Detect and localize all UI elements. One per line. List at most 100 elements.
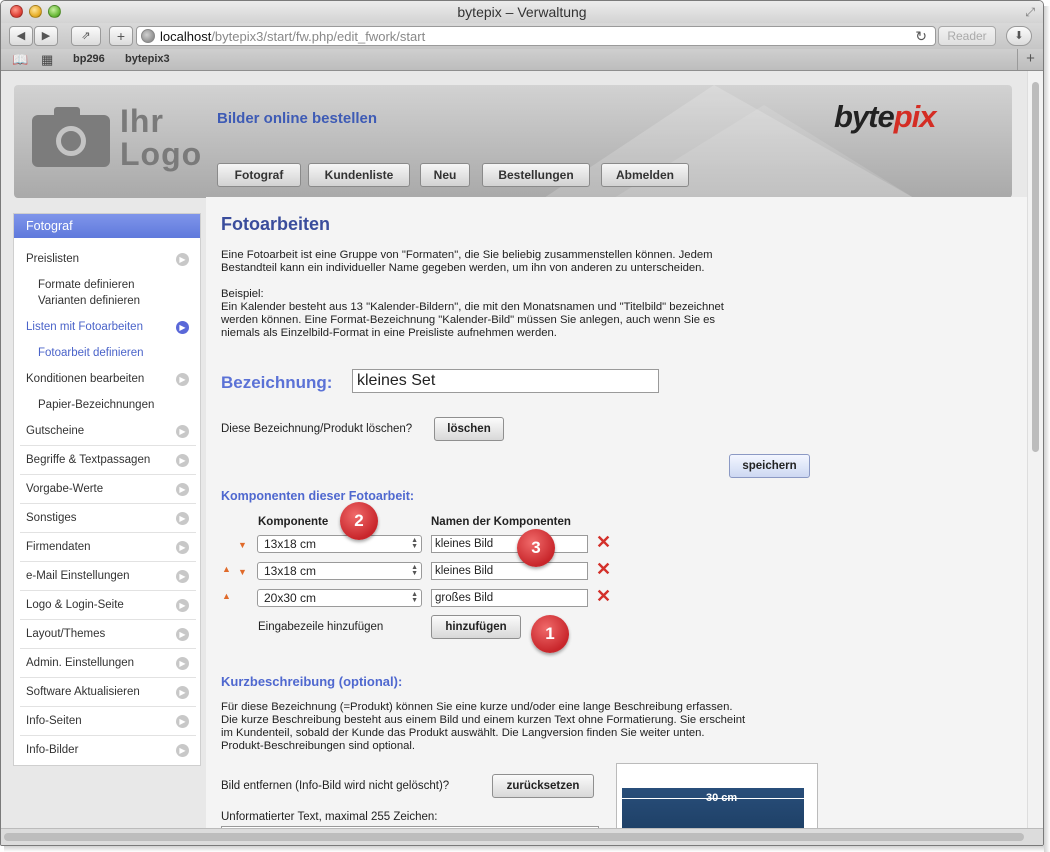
nav-kundenliste[interactable]: Kundenliste [308, 163, 410, 187]
sidebar-item-sonstiges[interactable]: Sonstiges [26, 512, 77, 524]
window-shadow [1044, 6, 1050, 852]
site-tagline: Bilder online bestellen [217, 110, 378, 127]
reader-button[interactable]: Reader [938, 26, 996, 46]
sidebar-divider [20, 561, 196, 562]
share-button[interactable]: ⇗ [71, 26, 101, 46]
short-desc-text: Für diese Bezeichnung (=Produkt) können … [221, 701, 745, 753]
name-input[interactable]: kleines Set [352, 369, 659, 393]
delete-row-icon[interactable]: ✕ [596, 587, 611, 605]
sidebar-item-layout[interactable]: Layout/Themes [26, 628, 105, 640]
move-down-icon[interactable]: ▼ [238, 540, 247, 550]
sidebar-item-info-seiten[interactable]: Info-Seiten [26, 715, 82, 727]
sidebar-item-software[interactable]: Software Aktualisieren [26, 686, 140, 698]
sidebar-item-formate[interactable]: Formate definieren [38, 279, 135, 291]
short-desc-line: Für diese Bezeichnung (=Produkt) können … [221, 701, 733, 713]
sidebar-item-papier[interactable]: Papier-Bezeichnungen [38, 399, 154, 411]
address-bar[interactable]: localhost/bytepix3/start/fw.php/edit_fwo… [136, 26, 936, 46]
bookmark-bytepix3[interactable]: bytepix3 [125, 53, 170, 65]
add-row-button[interactable]: hinzufügen [431, 615, 521, 639]
globe-icon [141, 29, 155, 43]
sidebar-divider [20, 648, 196, 649]
example-line: niemals als Einzelbild-Format in eine Pr… [221, 327, 557, 339]
new-tab-button[interactable]: + [1017, 49, 1043, 70]
annotation-badge-1: 1 [531, 615, 569, 653]
sidebar-item-fotoarbeit-definieren[interactable]: Fotoarbeit definieren [38, 347, 143, 359]
delete-button[interactable]: löschen [434, 417, 504, 441]
select-arrows-icon: ▲ ▼ [411, 537, 418, 550]
brand-accent: pix [893, 99, 937, 134]
logo-line-2: Logo [120, 136, 203, 172]
example-text: Beispiel: Ein Kalender besteht aus 13 "K… [221, 288, 724, 340]
component-select[interactable]: 13x18 cm ▲ ▼ [257, 562, 422, 580]
sidebar-item-info-bilder[interactable]: Info-Bilder [26, 744, 78, 756]
delete-row-icon[interactable]: ✕ [596, 560, 611, 578]
horizontal-scrollbar[interactable] [1, 828, 1043, 845]
component-name-input[interactable]: kleines Bild [431, 535, 588, 553]
sidebar-item-admin[interactable]: Admin. Einstellungen [26, 657, 134, 669]
window-shadow [4, 846, 1044, 852]
vertical-scrollbar[interactable] [1027, 71, 1043, 828]
add-row-label: Eingabezeile hinzufügen [258, 621, 384, 633]
save-button[interactable]: speichern [729, 454, 810, 478]
nav-abmelden[interactable]: Abmelden [601, 163, 689, 187]
sidebar-item-email[interactable]: e-Mail Einstellungen [26, 570, 130, 582]
browser-toolbar: ◀ ▶ ⇗ + localhost/bytepix3/start/fw.php/… [1, 23, 1043, 49]
text-label: Unformatierter Text, maximal 255 Zeichen… [221, 811, 438, 823]
sidebar-item-konditionen[interactable]: Konditionen bearbeiten [26, 373, 144, 385]
dimension-label: 30 cm [706, 792, 738, 804]
intro-text: Eine Fotoarbeit ist eine Gruppe von "For… [221, 249, 713, 275]
chevron-right-icon: ▶ [176, 715, 189, 728]
short-desc-line: Die kurze Beschreibung besteht aus einem… [221, 714, 746, 726]
sidebar-item-vorgabe[interactable]: Vorgabe-Werte [26, 483, 103, 495]
sidebar-item-gutscheine[interactable]: Gutscheine [26, 425, 84, 437]
component-select[interactable]: 20x30 cm ▲ ▼ [257, 589, 422, 607]
sidebar-item-logo[interactable]: Logo & Login-Seite [26, 599, 124, 611]
move-down-icon[interactable]: ▼ [238, 567, 247, 577]
add-bookmark-button[interactable]: + [109, 26, 133, 46]
forward-button[interactable]: ▶ [34, 26, 58, 46]
browser-window: bytepix – Verwaltung ⤢ ◀ ▶ ⇗ + localhost… [0, 0, 1044, 846]
back-button[interactable]: ◀ [9, 26, 33, 46]
fullscreen-icon[interactable]: ⤢ [1025, 5, 1035, 20]
top-sites-icon[interactable]: ▦ [41, 52, 53, 68]
delete-row-icon[interactable]: ✕ [596, 533, 611, 551]
short-desc-line: im Kundenteil, sobald der Kunde das Prod… [221, 727, 705, 739]
reset-button[interactable]: zurücksetzen [492, 774, 594, 798]
short-desc-title: Kurzbeschreibung (optional): [221, 674, 403, 689]
component-name-input[interactable]: großes Bild [431, 589, 588, 607]
site-header: Ihr Logo Bilder online bestellen bytepix… [14, 85, 1012, 198]
downloads-button[interactable]: ⬇ [1006, 26, 1032, 46]
reload-icon[interactable]: ↻ [915, 28, 927, 45]
move-up-icon[interactable]: ▲ [222, 591, 231, 601]
chevron-right-icon: ▶ [176, 628, 189, 641]
download-icon: ⬇ [1014, 30, 1024, 42]
move-up-icon[interactable]: ▲ [222, 564, 231, 574]
reading-list-icon[interactable]: 📖 [12, 52, 28, 68]
sidebar-divider [20, 532, 196, 533]
title-bar: bytepix – Verwaltung ⤢ [1, 1, 1043, 23]
sidebar-item-preislisten[interactable]: Preislisten [26, 253, 79, 265]
sidebar-divider [20, 735, 196, 736]
vertical-scroll-thumb[interactable] [1032, 82, 1039, 452]
sidebar-item-begriffe[interactable]: Begriffe & Textpassagen [26, 454, 150, 466]
logo-placeholder: Ihr Logo [120, 105, 202, 171]
url-text: localhost/bytepix3/start/fw.php/edit_fwo… [160, 29, 425, 44]
sidebar: Fotograf Preislisten ▶ Formate definiere… [13, 213, 201, 766]
sidebar-divider [20, 474, 196, 475]
column-header-names: Namen der Komponenten [431, 516, 571, 528]
chevron-right-icon: ▶ [176, 657, 189, 670]
nav-bestellungen[interactable]: Bestellungen [482, 163, 590, 187]
nav-neu[interactable]: Neu [420, 163, 470, 187]
horizontal-scroll-thumb[interactable] [4, 833, 1024, 841]
sidebar-item-listen-fotoarbeiten[interactable]: Listen mit Fotoarbeiten [26, 321, 143, 333]
chevron-right-icon: ▶ [176, 570, 189, 583]
sidebar-item-varianten[interactable]: Varianten definieren [38, 295, 140, 307]
sidebar-divider [20, 677, 196, 678]
nav-fotograf[interactable]: Fotograf [217, 163, 301, 187]
chevron-right-icon: ▶ [176, 744, 189, 757]
window-title: bytepix – Verwaltung [457, 4, 587, 20]
sidebar-item-firmendaten[interactable]: Firmendaten [26, 541, 91, 553]
component-name-input[interactable]: kleines Bild [431, 562, 588, 580]
bookmark-bp296[interactable]: bp296 [73, 53, 105, 65]
component-select[interactable]: 13x18 cm ▲ ▼ [257, 535, 422, 553]
